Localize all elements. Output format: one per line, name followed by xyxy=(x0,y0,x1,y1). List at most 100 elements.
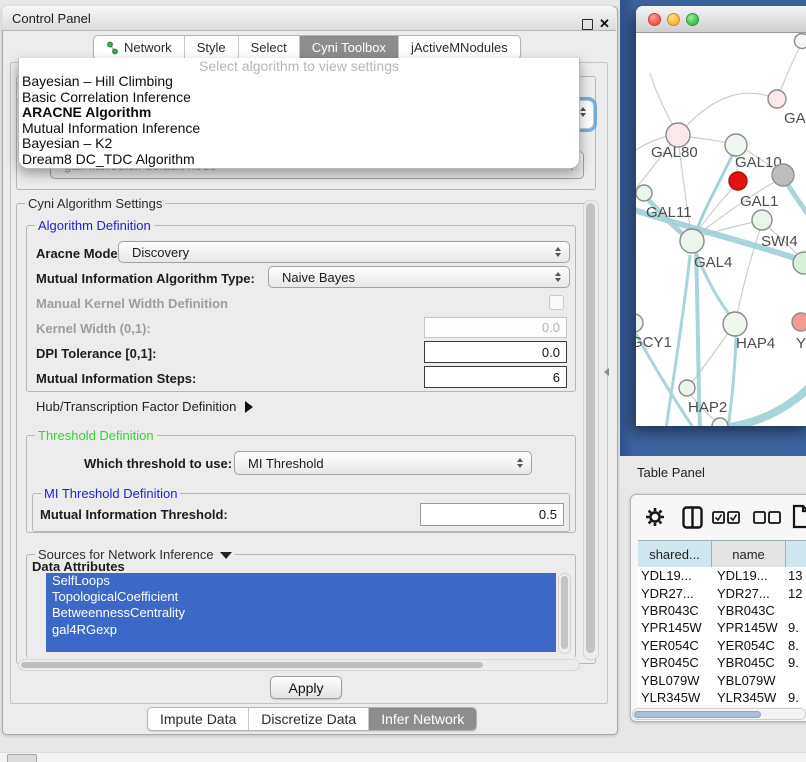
scrollbar-thumb[interactable] xyxy=(634,711,761,718)
tab-label: Impute Data xyxy=(160,711,236,727)
scrollbar-thumb[interactable] xyxy=(586,203,595,653)
float-window-icon[interactable] xyxy=(582,19,593,30)
table-cell: YDR27... xyxy=(638,586,712,601)
attributes-scrollbar[interactable] xyxy=(558,573,571,654)
network-node-hap4[interactable] xyxy=(723,312,747,336)
table-row[interactable]: YDL19...YDL19...13 xyxy=(638,567,806,584)
mi-threshold-legend: MI Threshold Definition xyxy=(41,486,180,501)
which-threshold-combo[interactable]: MI Threshold xyxy=(234,451,532,475)
table-row[interactable]: YBL079WYBL079W xyxy=(638,671,806,688)
close-icon[interactable]: ✕ xyxy=(599,16,610,32)
column-header-cut[interactable] xyxy=(786,541,806,567)
minimize-traffic-light[interactable] xyxy=(667,13,680,26)
node-label: GAL xyxy=(784,110,806,127)
table-row[interactable]: YBR045CYBR045C9. xyxy=(638,654,806,671)
hub-factor-expander[interactable]: Hub/Transcription Factor Definition xyxy=(36,399,253,414)
network-node-gal1[interactable] xyxy=(752,210,772,230)
table-cell: 12 xyxy=(786,586,806,601)
network-node-hap2[interactable] xyxy=(679,380,695,396)
collapse-arrow-icon xyxy=(220,552,232,559)
zoom-traffic-light[interactable] xyxy=(686,13,699,26)
network-node-gal11[interactable] xyxy=(636,185,652,201)
table-cell: 9. xyxy=(786,655,806,670)
network-node[interactable] xyxy=(772,164,794,186)
algorithm-option[interactable]: Bayesian – Hill Climbing xyxy=(19,74,579,90)
columns-icon[interactable] xyxy=(682,506,703,534)
algorithm-option[interactable]: Basic Correlation Inference xyxy=(19,90,579,106)
column-header-shared-name[interactable]: shared... xyxy=(638,541,712,567)
tab-label: Infer Network xyxy=(381,711,464,727)
gear-icon[interactable] xyxy=(644,506,666,533)
node-label: GAL1 xyxy=(740,193,778,210)
network-node-y[interactable] xyxy=(792,313,806,331)
minimized-panel-button[interactable] xyxy=(7,754,37,762)
kernel-width-field[interactable]: 0.0 xyxy=(424,317,567,338)
table-cell: YLR345W xyxy=(638,690,712,705)
kernel-width-value: 0.0 xyxy=(542,320,560,335)
algorithm-option[interactable]: Mutual Information Inference xyxy=(19,121,579,137)
settings-horizontal-scrollbar[interactable] xyxy=(18,659,580,671)
mi-threshold-field[interactable]: 0.5 xyxy=(420,503,564,526)
tab-style[interactable]: Style xyxy=(184,36,238,59)
column-header-name[interactable]: name xyxy=(712,541,786,567)
network-node-gal10[interactable] xyxy=(725,134,747,156)
network-canvas[interactable]: GALGAL80GAL10GAL1GAL11SWI4GAL4GCY1HAP4YH… xyxy=(636,33,806,426)
checked-checkboxes-icon[interactable] xyxy=(712,511,740,529)
network-graph[interactable]: GALGAL80GAL10GAL1GAL11SWI4GAL4GCY1HAP4YH… xyxy=(636,33,806,426)
table-row[interactable]: YIL052CYIL052C9. xyxy=(638,706,806,707)
dpi-tolerance-field[interactable]: 0.0 xyxy=(424,341,567,363)
network-node[interactable] xyxy=(729,172,747,190)
algorithm-option[interactable]: Bayesian – K2 xyxy=(19,136,579,152)
algorithm-option[interactable]: Dream8 DC_TDC Algorithm xyxy=(19,152,579,168)
tab-select[interactable]: Select xyxy=(238,36,299,59)
unchecked-checkboxes-icon[interactable] xyxy=(753,511,781,529)
table-cell: YBR043C xyxy=(638,603,712,618)
table-cell: 9. xyxy=(786,620,806,635)
panel-splitter-icon[interactable] xyxy=(604,368,609,376)
table-panel-titlebar[interactable]: Table Panel xyxy=(620,456,806,488)
scrollbar-thumb[interactable] xyxy=(561,576,568,649)
attribute-option[interactable]: SelfLoops xyxy=(46,573,556,589)
table-cell: YBL079W xyxy=(638,673,712,688)
combo-arrows-icon xyxy=(555,272,561,282)
table-cell: YER054C xyxy=(638,638,712,653)
table-horizontal-scrollbar[interactable] xyxy=(632,708,806,720)
aracne-mode-combo[interactable]: Discovery xyxy=(118,241,570,263)
table-row[interactable]: YDR27...YDR27...12 xyxy=(638,584,806,601)
scrollbar-thumb[interactable] xyxy=(21,662,483,668)
node-label: GAL4 xyxy=(694,254,732,271)
attribute-option-clipped[interactable] xyxy=(46,638,556,652)
algorithm-option[interactable]: ARACNE Algorithm xyxy=(19,105,579,121)
table-row[interactable]: YPR145WYPR145W9. xyxy=(638,619,806,636)
network-node-gal4[interactable] xyxy=(680,229,704,253)
mi-steps-field[interactable]: 6 xyxy=(424,366,567,388)
tab-cyni-toolbox[interactable]: Cyni Toolbox xyxy=(299,36,398,59)
close-traffic-light[interactable] xyxy=(648,13,661,26)
tab-impute-data[interactable]: Impute Data xyxy=(148,708,248,730)
network-node[interactable] xyxy=(795,34,806,49)
tab-discretize-data[interactable]: Discretize Data xyxy=(248,708,368,730)
data-attributes-label: Data Attributes xyxy=(32,559,125,574)
control-panel-titlebar[interactable]: Control Panel ✕ xyxy=(2,6,616,31)
network-node-gcy1[interactable] xyxy=(636,314,643,332)
network-node-gal[interactable] xyxy=(768,90,786,108)
attribute-option[interactable]: BetweennessCentrality xyxy=(46,605,556,621)
apply-button[interactable]: Apply xyxy=(270,676,342,699)
network-window-titlebar[interactable] xyxy=(636,6,806,33)
tab-infer-network[interactable]: Infer Network xyxy=(368,708,476,730)
settings-vertical-scrollbar[interactable] xyxy=(583,200,599,660)
network-node[interactable] xyxy=(712,418,728,426)
table-cell: 9. xyxy=(786,690,806,705)
table-row[interactable]: YBR043CYBR043C xyxy=(638,602,806,619)
table-row[interactable]: YLR345WYLR345W9. xyxy=(638,689,806,706)
tab-network[interactable]: Network xyxy=(94,36,184,59)
node-label: SWI4 xyxy=(761,233,798,250)
screen: Control Panel ✕ NetworkStyleSelectCyni T… xyxy=(0,0,806,762)
mi-type-combo[interactable]: Naive Bayes xyxy=(268,266,570,288)
manual-kernel-checkbox[interactable] xyxy=(549,295,564,310)
table-row[interactable]: YER054CYER054C8. xyxy=(638,637,806,654)
tab-jactivemnodules[interactable]: jActiveMNodules xyxy=(398,36,520,59)
attribute-option[interactable]: gal4RGexp xyxy=(46,622,556,638)
document-icon[interactable] xyxy=(792,504,806,534)
attribute-option[interactable]: TopologicalCoefficient xyxy=(46,589,556,605)
